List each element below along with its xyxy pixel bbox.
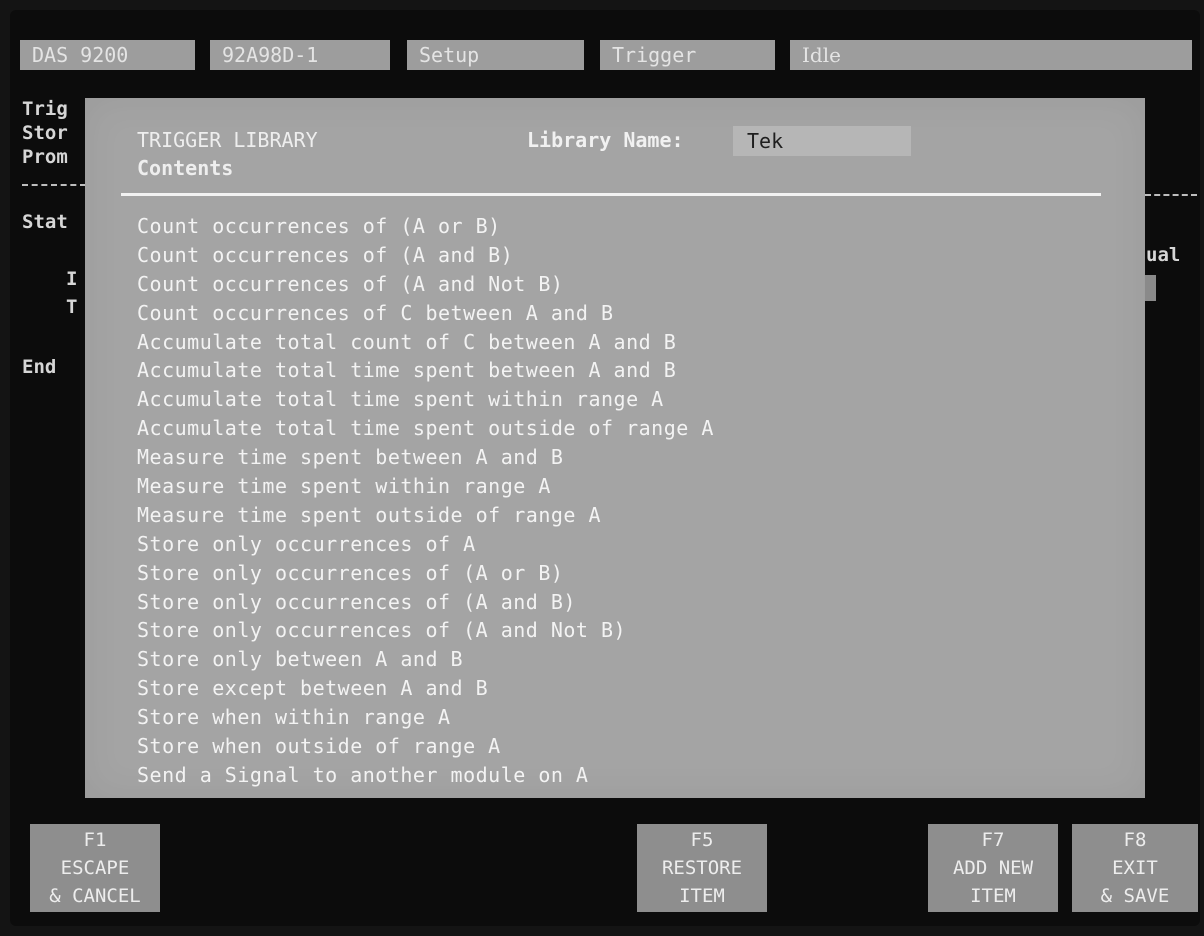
library-item[interactable]: Count occurrences of (A and Not B) xyxy=(137,270,714,299)
library-item[interactable]: Store only occurrences of A xyxy=(137,530,714,559)
f8-line2: & SAVE xyxy=(1100,885,1170,907)
library-item[interactable]: Count occurrences of (A or B) xyxy=(137,212,714,241)
background-divider-right xyxy=(1145,194,1197,196)
exit-save-button[interactable]: F8 EXIT & SAVE xyxy=(1072,824,1198,912)
library-item[interactable]: Measure time spent outside of range A xyxy=(137,501,714,530)
f5-line2: ITEM xyxy=(679,885,725,907)
background-divider-left xyxy=(22,184,86,186)
library-name-label: Library Name: xyxy=(527,128,684,152)
f7-key-label: F7 xyxy=(981,829,1005,851)
library-item[interactable]: Send a Signal to another module on A xyxy=(137,761,714,790)
background-end-label: End xyxy=(22,356,57,378)
f5-key-label: F5 xyxy=(690,829,714,851)
library-item[interactable]: Store except between A and B xyxy=(137,674,714,703)
library-item[interactable]: Measure time spent between A and B xyxy=(137,443,714,472)
restore-item-button[interactable]: F5 RESTORE ITEM xyxy=(637,824,767,912)
library-item[interactable]: Accumulate total time spent within range… xyxy=(137,385,714,414)
trigger-library-dialog: TRIGGER LIBRARY Contents Library Name: C… xyxy=(85,98,1145,798)
background-store-label: Stor xyxy=(22,122,68,144)
background-right-label: ual xyxy=(1146,244,1181,266)
f1-line1: ESCAPE xyxy=(60,857,130,879)
f1-key-label: F1 xyxy=(83,829,107,851)
library-item[interactable]: Count occurrences of (A and B) xyxy=(137,241,714,270)
f7-line1: ADD NEW xyxy=(952,857,1034,879)
f8-key-label: F8 xyxy=(1123,829,1147,851)
background-if-label: I xyxy=(66,268,78,290)
library-item[interactable]: Count occurrences of C between A and B xyxy=(137,299,714,328)
dialog-divider xyxy=(121,193,1101,196)
library-contents-list: Count occurrences of (A or B) Count occu… xyxy=(137,212,714,790)
background-state-label: Stat xyxy=(22,211,68,233)
background-then-label: T xyxy=(66,296,78,318)
library-item[interactable]: Store only occurrences of (A or B) xyxy=(137,559,714,588)
add-new-item-button[interactable]: F7 ADD NEW ITEM xyxy=(928,824,1058,912)
library-name-input[interactable] xyxy=(733,126,911,156)
acquisition-state-field: Idle xyxy=(790,40,1192,70)
library-item[interactable]: Accumulate total time spent outside of r… xyxy=(137,414,714,443)
f1-line2: & CANCEL xyxy=(49,885,141,907)
library-item[interactable]: Store only occurrences of (A and Not B) xyxy=(137,616,714,645)
library-item[interactable]: Store when within range A xyxy=(137,703,714,732)
library-item[interactable]: Accumulate total count of C between A an… xyxy=(137,328,714,357)
library-item[interactable]: Store when outside of range A xyxy=(137,732,714,761)
library-item[interactable]: Store only occurrences of (A and B) xyxy=(137,588,714,617)
escape-cancel-button[interactable]: F1 ESCAPE & CANCEL xyxy=(30,824,160,912)
f8-line1: EXIT xyxy=(1112,857,1158,879)
trigger-submenu-field[interactable]: Trigger xyxy=(600,40,775,70)
dialog-subtitle: Contents xyxy=(137,156,234,180)
f7-line2: ITEM xyxy=(970,885,1016,907)
f5-line1: RESTORE xyxy=(661,857,743,879)
background-prompt-label: Prom xyxy=(22,146,68,168)
library-item[interactable]: Accumulate total time spent between A an… xyxy=(137,356,714,385)
background-trigger-label: Trig xyxy=(22,98,68,120)
dialog-title: TRIGGER LIBRARY xyxy=(137,128,318,152)
library-item[interactable]: Store only between A and B xyxy=(137,645,714,674)
setup-menu-field[interactable]: Setup xyxy=(407,40,584,70)
instrument-name-field[interactable]: DAS 9200 xyxy=(20,40,195,70)
module-field[interactable]: 92A98D-1 xyxy=(210,40,390,70)
library-item[interactable]: Measure time spent within range A xyxy=(137,472,714,501)
